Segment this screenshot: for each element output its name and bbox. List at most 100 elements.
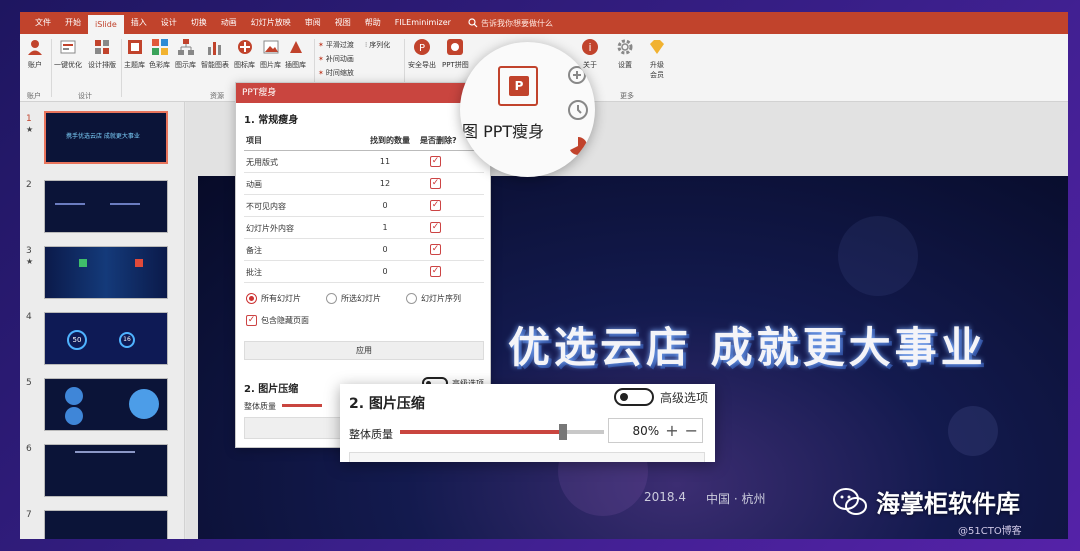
smart-chart-button[interactable]: 智能图表	[201, 38, 229, 70]
member-label: 会员	[650, 71, 664, 79]
radio-selected-slides[interactable]: 所选幻灯片	[326, 293, 381, 304]
zoom-advanced-toggle[interactable]: 高级选项	[614, 388, 708, 406]
col-item: 项目	[246, 136, 262, 145]
design-layout-button[interactable]: 设计排版	[88, 38, 116, 70]
table-row: 备注 0 ✓	[244, 239, 484, 261]
thumb-badge-icon	[135, 259, 143, 267]
sequence-button[interactable]: ⁞ 序列化	[365, 40, 390, 50]
col-count: 找到的数量	[370, 136, 410, 145]
slide-number: 1 ★	[26, 114, 34, 134]
radio-all-slides[interactable]: 所有幻灯片	[246, 293, 301, 304]
delete-checkbox[interactable]: ✓	[430, 222, 441, 233]
tab-view[interactable]: 视图	[328, 12, 358, 34]
slide-thumbnail-4[interactable]: 50 16	[44, 312, 168, 365]
quality-slider-track[interactable]	[282, 404, 322, 407]
tab-help[interactable]: 帮助	[358, 12, 388, 34]
ribbon-tab-bar: 文件 开始 iSlide 插入 设计 切换 动画 幻灯片放映 审阅 视图 帮助 …	[20, 12, 1068, 34]
tab-transitions[interactable]: 切换	[184, 12, 214, 34]
tab-home[interactable]: 开始	[58, 12, 88, 34]
image-lib-button[interactable]: 图片库	[260, 38, 281, 70]
plus-icon[interactable]: +	[665, 421, 678, 440]
tween-anim-button[interactable]: ✶ 补间动画	[318, 54, 354, 64]
ppt-slim-icon[interactable]: P	[509, 76, 529, 96]
svg-text:P: P	[419, 43, 425, 54]
slide-number: 5	[26, 378, 32, 388]
ppt-collage-label: PPT拼图	[442, 61, 469, 69]
table-row: 不可见内容 0 ✓	[244, 195, 484, 217]
table-header: 项目 找到的数量 是否删除?	[244, 129, 484, 151]
tab-slideshow[interactable]: 幻灯片放映	[244, 12, 298, 34]
delete-checkbox[interactable]: ✓	[430, 156, 441, 167]
thumb-text-line	[110, 203, 140, 205]
table-row: 批注 0 ✓	[244, 261, 484, 283]
table-row: 动画 12 ✓	[244, 173, 484, 195]
settings-button[interactable]: 设置	[616, 38, 634, 70]
slide-thumbnail-7[interactable]	[44, 510, 168, 539]
thumb-shape	[65, 407, 83, 425]
tab-islide[interactable]: iSlide	[88, 15, 124, 34]
smart-chart-label: 智能图表	[201, 61, 229, 69]
slide-date: 2018.4	[644, 490, 686, 504]
delete-checkbox[interactable]: ✓	[430, 178, 441, 189]
slide-thumbnail-6[interactable]	[44, 444, 168, 497]
thumb-shape	[65, 387, 83, 405]
bar-chart-icon	[208, 42, 221, 55]
thumb-circle-left: 50	[67, 330, 87, 350]
tab-review[interactable]: 审阅	[298, 12, 328, 34]
color-lib-label: 色彩库	[149, 61, 170, 69]
brand-name: 海掌柜软件库	[876, 490, 1020, 518]
ppt-slim-magnifier: P 图 PPT瘦身	[460, 42, 595, 177]
slide-thumbnail-3[interactable]	[44, 246, 168, 299]
slide-number: 7	[26, 510, 32, 520]
delete-checkbox[interactable]: ✓	[430, 266, 441, 277]
safe-export-button[interactable]: P 安全导出	[408, 38, 436, 70]
settings-label: 设置	[618, 61, 632, 69]
separator	[51, 39, 52, 97]
apply-button[interactable]: 应用	[244, 341, 484, 360]
radio-slide-sequence[interactable]: 幻灯片序列	[406, 293, 461, 304]
quality-stepper[interactable]: 80% + −	[608, 418, 703, 443]
icon-lib-button[interactable]: 图标库	[234, 38, 255, 70]
include-hidden-checkbox[interactable]: ✓ 包含隐藏页面	[246, 315, 309, 326]
theme-lib-button[interactable]: 主题库	[124, 38, 145, 70]
ppt-collage-button[interactable]: PPT拼图	[442, 38, 469, 70]
diamond-icon	[650, 40, 664, 54]
tab-insert[interactable]: 插入	[124, 12, 154, 34]
pie-chart-icon	[570, 136, 588, 155]
illustration-lib-button[interactable]: 插图库	[285, 38, 306, 70]
tween-icon: ✶	[318, 55, 324, 63]
slide-location: 中国 · 杭州	[706, 492, 766, 506]
advanced-label: 高级选项	[660, 390, 709, 405]
table-row: 幻灯片外内容 1 ✓	[244, 217, 484, 239]
zoom-options-box	[349, 452, 705, 462]
smooth-transition-button[interactable]: ✶ 平滑过渡	[318, 40, 354, 50]
group-label-more: 更多	[620, 92, 634, 100]
one-click-optimize-button[interactable]: 一键优化	[54, 38, 82, 70]
thumb-text-line	[55, 203, 85, 205]
tab-design[interactable]: 设计	[154, 12, 184, 34]
account-button[interactable]: 账户	[26, 38, 44, 70]
slide-thumbnail-1[interactable]: 携手优选云店 成就更大事业	[44, 111, 168, 164]
diagram-lib-button[interactable]: 图示库	[175, 38, 196, 70]
tab-file[interactable]: 文件	[28, 12, 58, 34]
time-scale-button[interactable]: ✶ 时间缩放	[318, 68, 354, 78]
color-lib-button[interactable]: 色彩库	[149, 38, 170, 70]
slide-thumbnail-5[interactable]	[44, 378, 168, 431]
tab-fileminimizer[interactable]: FILEminimizer	[388, 12, 458, 34]
sequence-label: 序列化	[369, 41, 391, 49]
delete-checkbox[interactable]: ✓	[430, 244, 441, 255]
zoom-section-title: 2. 图片压缩	[349, 396, 425, 412]
illustration-icon	[289, 41, 302, 53]
slide-number: 3 ★	[26, 246, 34, 266]
thumb-shape	[129, 389, 159, 419]
minus-icon[interactable]: −	[685, 421, 698, 440]
quality-slider-knob[interactable]	[559, 424, 568, 440]
delete-checkbox[interactable]: ✓	[430, 200, 441, 211]
slide-thumbnail-2[interactable]	[44, 180, 168, 233]
tell-me-box[interactable]: 告诉我你想要做什么	[468, 18, 553, 29]
upgrade-member-button[interactable]: 升级 会员	[648, 38, 666, 80]
tab-animations[interactable]: 动画	[214, 12, 244, 34]
thumb-text-line	[75, 451, 135, 453]
dialog-title: PPT瘦身	[236, 83, 490, 103]
quality-slider[interactable]	[400, 424, 604, 440]
